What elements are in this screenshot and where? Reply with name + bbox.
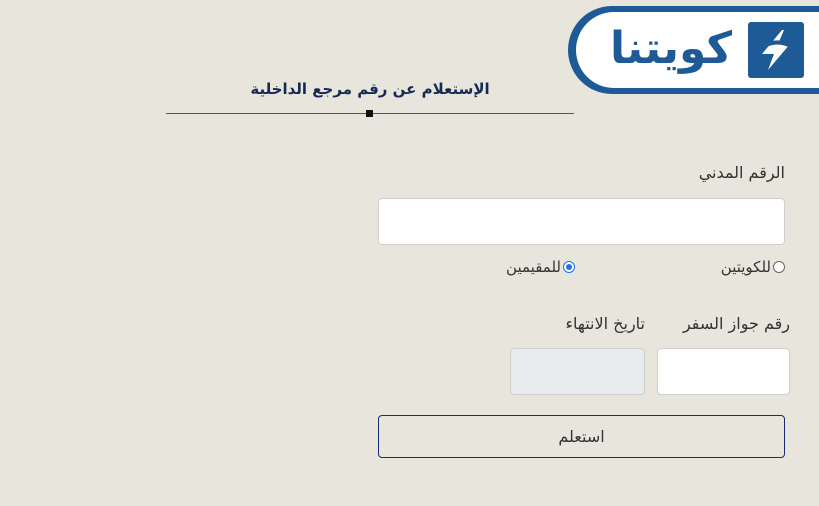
- radio-kuwaiti-label: للكويتين: [720, 258, 771, 276]
- passport-number-input[interactable]: [657, 348, 790, 395]
- radio-resident-circle[interactable]: [563, 261, 575, 273]
- logo-text: كويتنا: [610, 23, 733, 74]
- radio-resident[interactable]: للمقيمين: [506, 258, 575, 276]
- lightning-square-icon: [748, 22, 804, 78]
- radio-kuwaiti[interactable]: للكويتين: [721, 258, 785, 276]
- radio-resident-label: للمقيمين: [506, 258, 561, 276]
- civil-id-label: الرقم المدني: [698, 163, 785, 182]
- expiry-date-input[interactable]: [510, 348, 645, 395]
- logo-background: كويتنا: [576, 12, 819, 88]
- expiry-date-label: تاريخ الانتهاء: [565, 314, 645, 333]
- divider-marker: [366, 110, 373, 117]
- passport-number-label: رقم جواز السفر: [682, 314, 790, 333]
- radio-kuwaiti-circle[interactable]: [773, 261, 785, 273]
- page-title: الإستعلام عن رقم مرجع الداخلية: [250, 80, 490, 98]
- inquire-button[interactable]: استعلم: [378, 415, 785, 458]
- civil-id-input[interactable]: [378, 198, 785, 245]
- site-logo[interactable]: كويتنا: [568, 6, 819, 94]
